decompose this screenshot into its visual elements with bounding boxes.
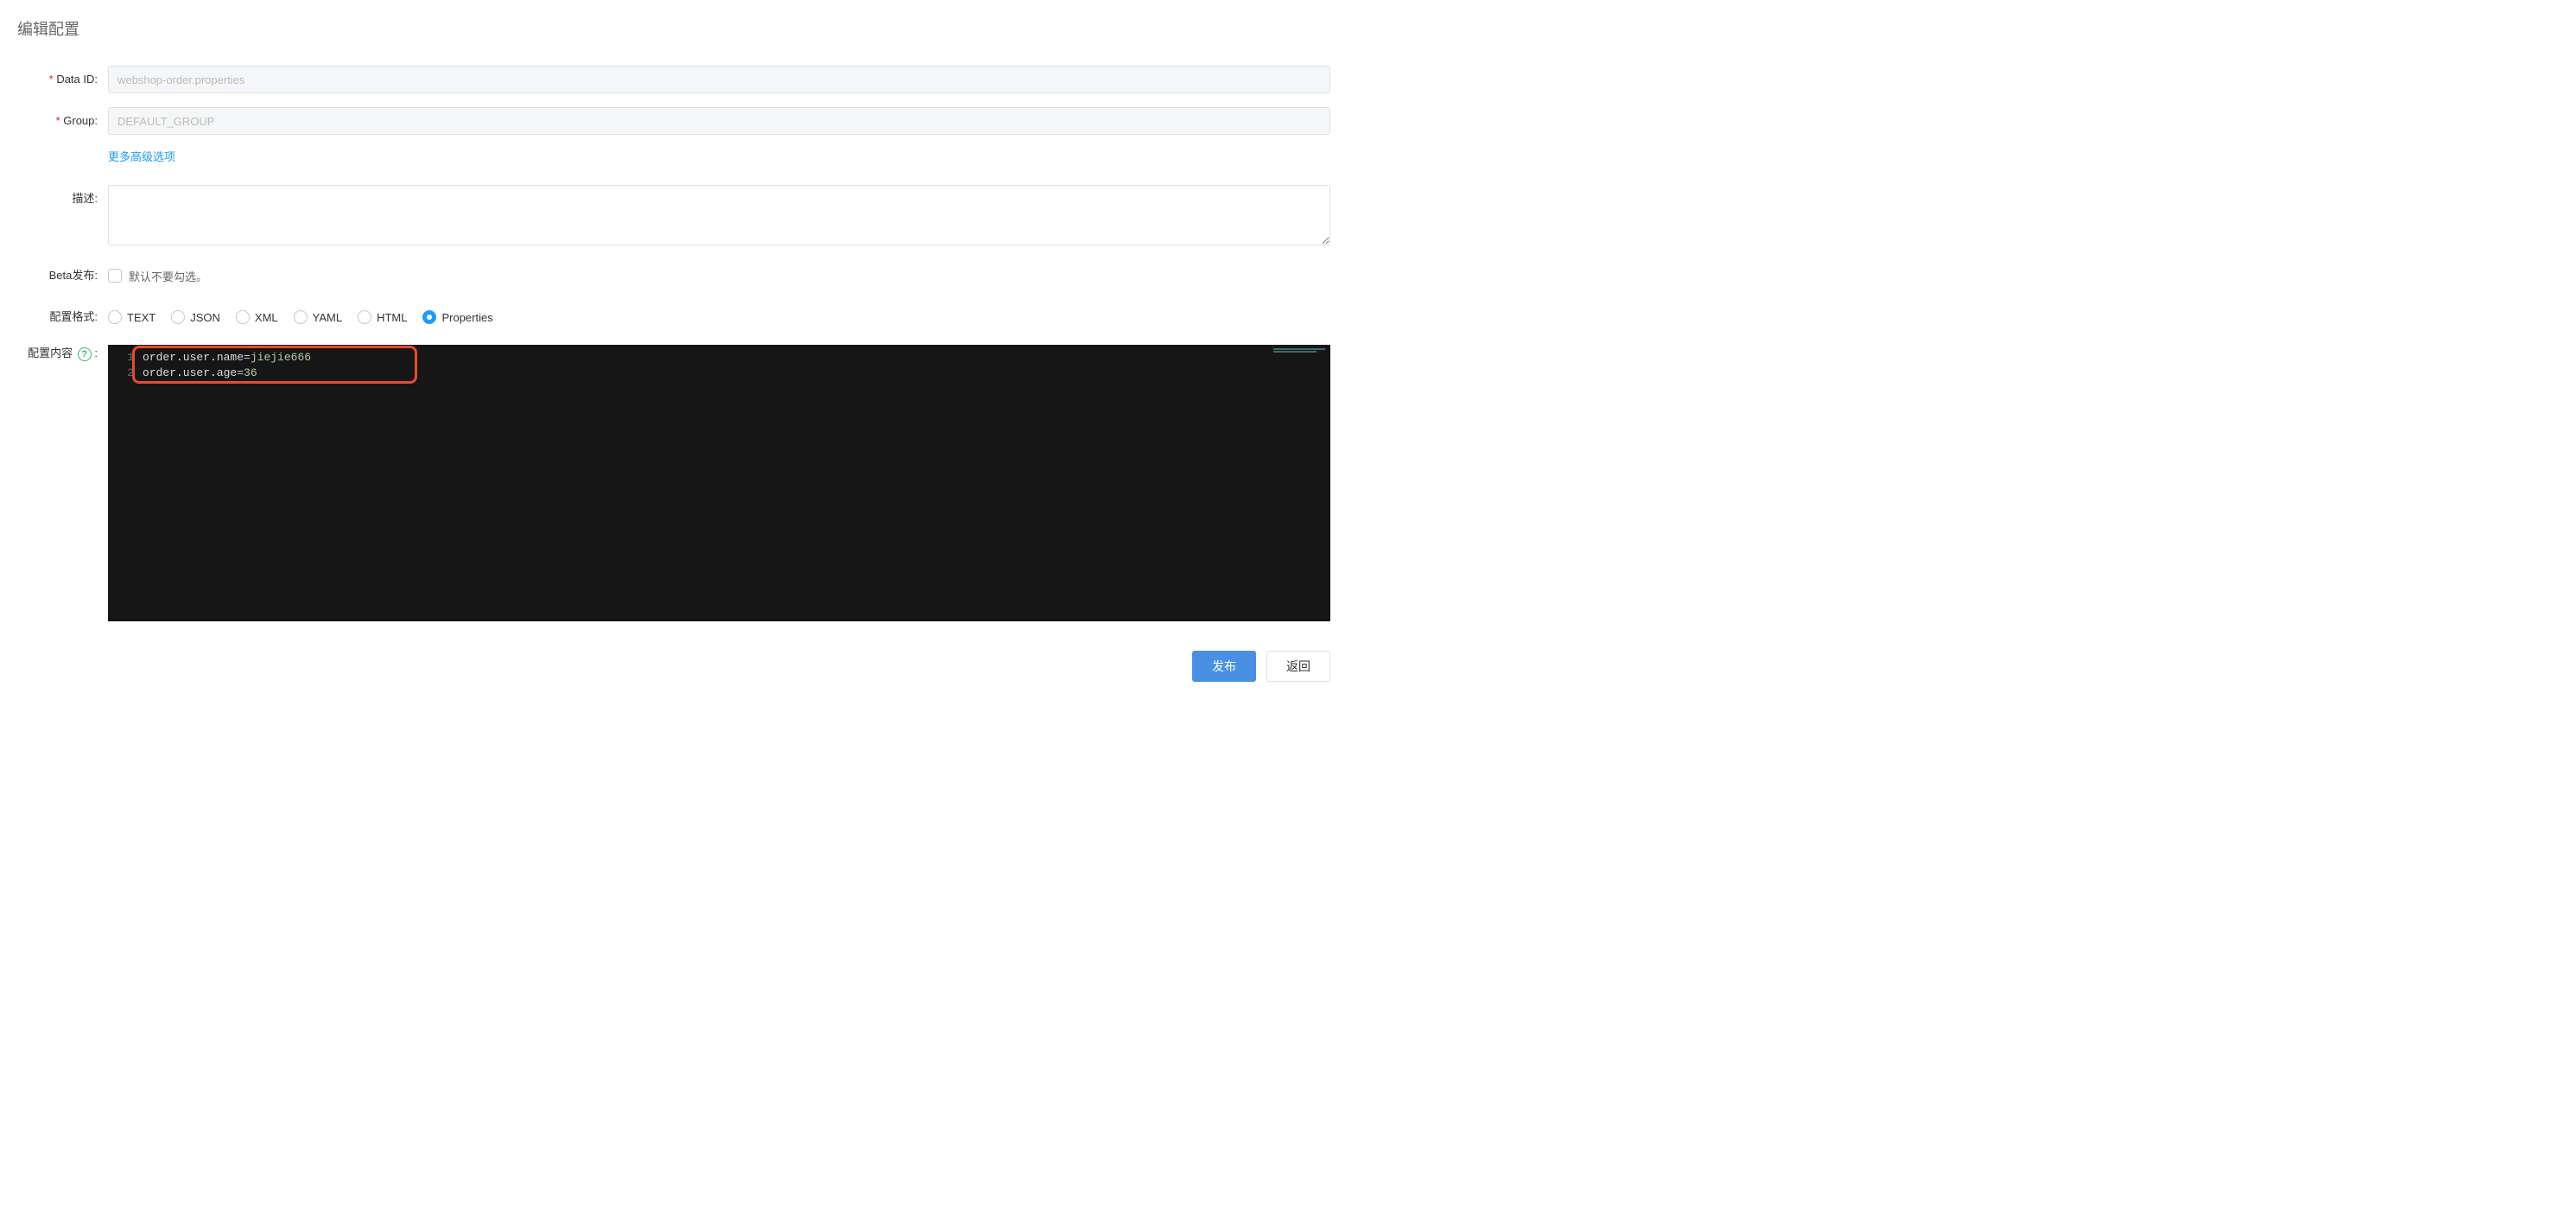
footer: 发布 返回 [17, 635, 1330, 682]
radio-json[interactable]: JSON [171, 310, 220, 324]
label-beta: Beta发布: [17, 262, 108, 289]
editor-line: 1 order.user.name=jiejie666 [108, 350, 1330, 366]
radio-icon [108, 310, 122, 324]
group-input [108, 107, 1330, 135]
radio-label: JSON [190, 311, 220, 324]
description-textarea[interactable] [108, 185, 1330, 245]
row-advanced: 更多高级选项 [17, 143, 1330, 171]
row-group: Group: [17, 107, 1330, 135]
label-group: Group: [17, 107, 108, 135]
editor-minimap[interactable] [1227, 345, 1330, 621]
radio-yaml[interactable]: YAML [294, 310, 342, 324]
radio-xml[interactable]: XML [236, 310, 278, 324]
radio-properties[interactable]: Properties [422, 310, 492, 324]
code-editor[interactable]: 1 order.user.name=jiejie666 2 order.user… [108, 345, 1330, 621]
radio-label: HTML [377, 311, 407, 324]
label-format: 配置格式: [17, 303, 108, 331]
radio-text[interactable]: TEXT [108, 310, 155, 324]
row-description: 描述: [17, 185, 1330, 248]
row-format: 配置格式: TEXT JSON XML YAML [17, 303, 1330, 331]
editor-line: 2 order.user.age=36 [108, 366, 1330, 381]
label-content: 配置内容 ? : [17, 345, 108, 362]
format-radio-group: TEXT JSON XML YAML HTML [108, 303, 1330, 331]
row-data-id: Data ID: [17, 66, 1330, 93]
help-icon[interactable]: ? [78, 347, 92, 361]
radio-html[interactable]: HTML [358, 310, 407, 324]
label-data-id: Data ID: [17, 66, 108, 93]
radio-label: XML [255, 311, 278, 324]
page-title: 编辑配置 [17, 17, 1330, 40]
radio-icon [171, 310, 185, 324]
publish-button[interactable]: 发布 [1192, 651, 1256, 682]
label-description: 描述: [17, 185, 108, 213]
radio-icon [236, 310, 250, 324]
radio-label: Properties [441, 311, 492, 324]
line-number: 2 [108, 366, 143, 381]
radio-icon [294, 310, 308, 324]
line-number: 1 [108, 350, 143, 366]
radio-label: TEXT [127, 311, 155, 324]
beta-checkbox[interactable] [108, 269, 122, 283]
radio-icon [358, 310, 371, 324]
advanced-options-link[interactable]: 更多高级选项 [108, 143, 175, 171]
radio-icon [422, 310, 436, 324]
row-beta: Beta发布: 默认不要勾选。 [17, 262, 1330, 289]
beta-hint: 默认不要勾选。 [129, 268, 207, 284]
data-id-input [108, 66, 1330, 93]
row-content: 配置内容 ? : 1 order.user.name=jiejie666 2 o… [17, 345, 1330, 621]
back-button[interactable]: 返回 [1266, 651, 1330, 682]
radio-label: YAML [313, 311, 342, 324]
